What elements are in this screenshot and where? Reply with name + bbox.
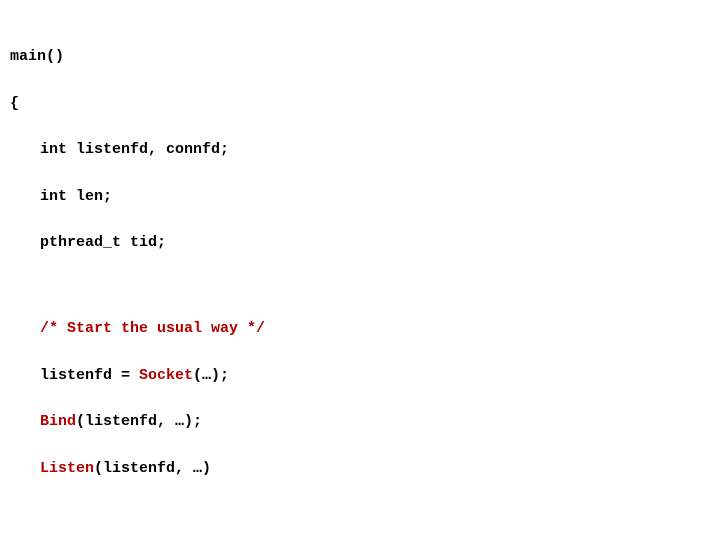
comment-line: /* Start the usual way */ bbox=[10, 317, 710, 340]
code-line: pthread_t tid; bbox=[10, 231, 710, 254]
code-line: int listenfd, connfd; bbox=[10, 138, 710, 161]
code-line: Bind(listenfd, …); bbox=[10, 410, 710, 433]
api-call: Socket bbox=[139, 367, 193, 384]
code-text: (listenfd, …) bbox=[94, 460, 211, 477]
code-text: (listenfd, …); bbox=[76, 413, 202, 430]
code-line: { bbox=[10, 92, 710, 115]
code-line: Listen(listenfd, …) bbox=[10, 457, 710, 480]
code-line: main() bbox=[10, 45, 710, 68]
api-call: Listen bbox=[40, 460, 94, 477]
code-slide: main() { int listenfd, connfd; int len; … bbox=[0, 0, 720, 540]
code-text: (…); bbox=[193, 367, 229, 384]
code-line: int len; bbox=[10, 185, 710, 208]
code-line: listenfd = Socket(…); bbox=[10, 364, 710, 387]
api-call: Bind bbox=[40, 413, 76, 430]
code-text: listenfd = bbox=[40, 367, 139, 384]
